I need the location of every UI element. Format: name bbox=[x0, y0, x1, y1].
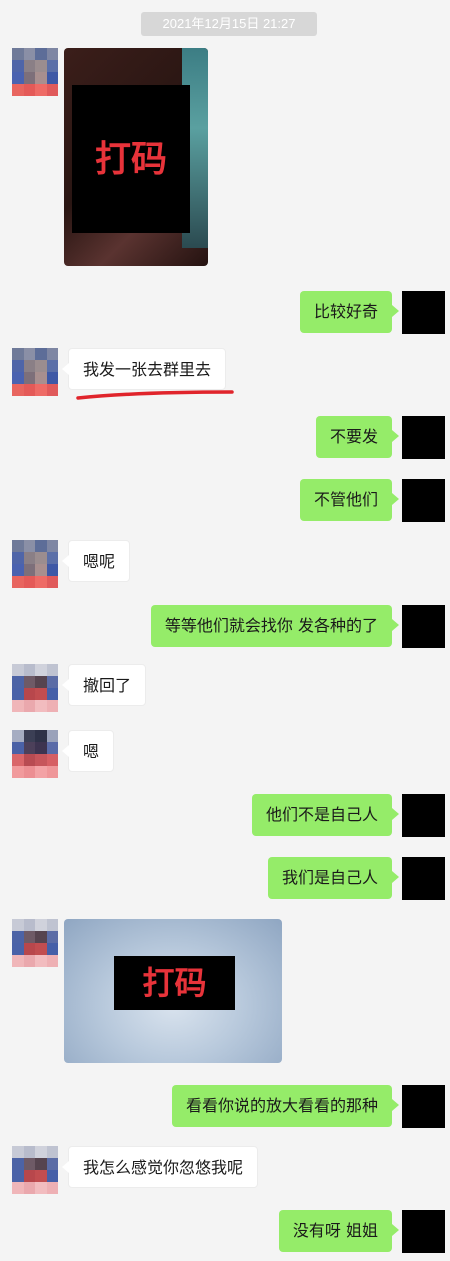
sent-bubble[interactable]: 看看你说的放大看看的那种 bbox=[171, 1085, 400, 1127]
censor-block: 打码 bbox=[72, 85, 190, 233]
received-photo[interactable]: 打码 bbox=[64, 48, 208, 266]
self-avatar[interactable] bbox=[402, 857, 445, 900]
self-avatar[interactable] bbox=[402, 1210, 445, 1253]
timestamp: 2021年12月15日 21:27 bbox=[141, 12, 317, 36]
self-avatar[interactable] bbox=[402, 291, 445, 334]
censor-block: 打码 bbox=[114, 956, 235, 1010]
received-bubble[interactable]: 我怎么感觉你忽悠我呢 bbox=[61, 1146, 259, 1188]
sent-bubble[interactable]: 不要发 bbox=[315, 416, 400, 458]
red-underline-annotation bbox=[76, 390, 234, 400]
contact-avatar[interactable] bbox=[12, 919, 58, 967]
received-bubble[interactable]: 我发一张去群里去 bbox=[61, 348, 227, 390]
received-bubble[interactable]: 撤回了 bbox=[61, 664, 147, 706]
self-avatar[interactable] bbox=[402, 794, 445, 837]
sent-bubble[interactable]: 等等他们就会找你 发各种的了 bbox=[150, 605, 400, 647]
sent-bubble[interactable]: 我们是自己人 bbox=[267, 857, 400, 899]
sent-bubble[interactable]: 他们不是自己人 bbox=[251, 794, 400, 836]
contact-avatar[interactable] bbox=[12, 540, 58, 588]
received-photo[interactable]: 打码 bbox=[64, 919, 282, 1063]
received-bubble[interactable]: 嗯呢 bbox=[61, 540, 131, 582]
contact-avatar[interactable] bbox=[12, 664, 58, 712]
contact-avatar[interactable] bbox=[12, 48, 58, 96]
self-avatar[interactable] bbox=[402, 416, 445, 459]
received-bubble[interactable]: 嗯 bbox=[61, 730, 115, 772]
self-avatar[interactable] bbox=[402, 1085, 445, 1128]
sent-bubble[interactable]: 没有呀 姐姐 bbox=[278, 1210, 400, 1252]
contact-avatar[interactable] bbox=[12, 1146, 58, 1194]
contact-avatar[interactable] bbox=[12, 348, 58, 396]
self-avatar[interactable] bbox=[402, 605, 445, 648]
sent-bubble[interactable]: 比较好奇 bbox=[299, 291, 400, 333]
sent-bubble[interactable]: 不管他们 bbox=[299, 479, 400, 521]
self-avatar[interactable] bbox=[402, 479, 445, 522]
contact-avatar[interactable] bbox=[12, 730, 58, 778]
